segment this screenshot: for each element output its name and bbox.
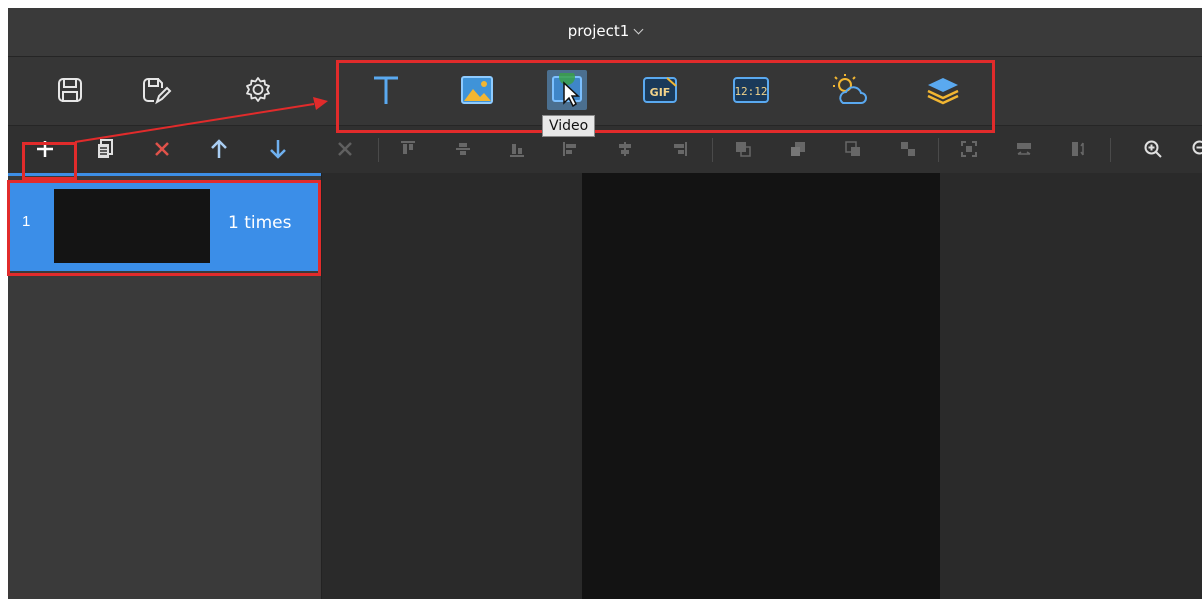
annotation-arrow xyxy=(74,97,328,143)
tooltip: Video xyxy=(542,115,596,137)
arrow-head-icon xyxy=(313,97,328,110)
